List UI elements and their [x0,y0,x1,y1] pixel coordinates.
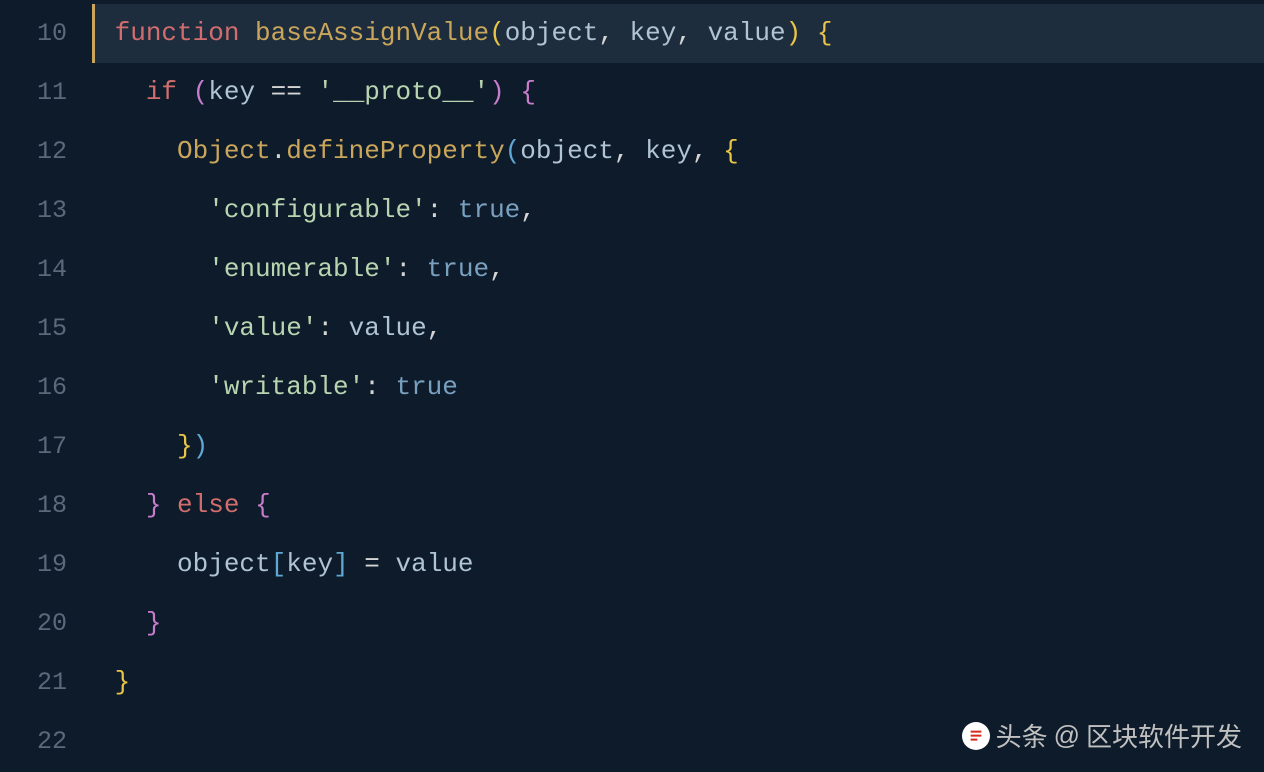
line-number: 11 [0,63,67,122]
code-editor: 10 11 12 13 14 15 16 17 18 19 20 21 22 f… [0,0,1264,772]
param-value: value [708,18,786,48]
var-key: key [645,136,692,166]
colon: : [395,254,426,284]
watermark-user: 区块软件开发 [1086,717,1242,754]
keyword-function: function [115,18,240,48]
code-line[interactable]: 'configurable': true, [95,181,1264,240]
keyword-else: else [177,490,239,520]
line-number: 19 [0,535,67,594]
var-value: value [395,549,473,579]
line-number: 21 [0,653,67,712]
bracket-open: [ [271,549,287,579]
toutiao-logo-icon [962,722,990,750]
code-line[interactable]: } [95,653,1264,712]
comma: , [692,136,723,166]
colon: : [364,372,395,402]
object-global: Object [177,136,271,166]
string-value: 'value' [208,313,317,343]
line-number: 14 [0,240,67,299]
code-line[interactable]: if (key == '__proto__') { [95,63,1264,122]
param-object: object [505,18,599,48]
var-key: key [208,77,255,107]
function-name: baseAssignValue [255,18,489,48]
watermark: 头条 @区块软件开发 [962,717,1242,754]
line-number: 18 [0,476,67,535]
string-proto: '__proto__' [318,77,490,107]
code-line[interactable]: }) [95,417,1264,476]
code-line[interactable]: function baseAssignValue(object, key, va… [92,4,1264,63]
dot: . [271,136,287,166]
code-line[interactable]: object[key] = value [95,535,1264,594]
line-number: 16 [0,358,67,417]
line-number-gutter: 10 11 12 13 14 15 16 17 18 19 20 21 22 [0,0,95,772]
comma: , [614,136,645,166]
colon: : [427,195,458,225]
var-key: key [286,549,333,579]
watermark-at: @ [1054,720,1080,751]
string-enumerable: 'enumerable' [208,254,395,284]
boolean-true: true [395,372,457,402]
paren-open: ( [489,18,505,48]
line-number: 13 [0,181,67,240]
var-object: object [520,136,614,166]
code-line[interactable]: 'writable': true [95,358,1264,417]
boolean-true: true [458,195,520,225]
brace-open: { [255,490,271,520]
paren-open: ( [193,77,209,107]
paren-close: ) [786,18,802,48]
param-key: key [630,18,677,48]
var-value: value [349,313,427,343]
brace-close: } [115,667,131,697]
brace-close: } [146,490,162,520]
boolean-true: true [427,254,489,284]
line-number: 15 [0,299,67,358]
watermark-brand: 头条 [996,717,1048,754]
comma: , [676,18,707,48]
brace-close: } [177,431,193,461]
line-number: 10 [0,4,67,63]
line-number: 22 [0,712,67,771]
brace-close: } [146,608,162,638]
brace-open: { [723,136,739,166]
brace-open: { [520,77,536,107]
comma: , [520,195,536,225]
comma: , [489,254,505,284]
paren-close: ) [193,431,209,461]
paren-close: ) [489,77,505,107]
line-number: 17 [0,417,67,476]
code-line[interactable]: } else { [95,476,1264,535]
line-number: 12 [0,122,67,181]
code-line[interactable]: } [95,594,1264,653]
code-line[interactable]: Object.defineProperty(object, key, { [95,122,1264,181]
operator-eq: == [271,77,302,107]
brace-open: { [817,18,833,48]
code-line[interactable]: 'value': value, [95,299,1264,358]
comma: , [427,313,443,343]
operator-assign: = [349,549,396,579]
keyword-if: if [146,77,177,107]
var-object: object [177,549,271,579]
bracket-close: ] [333,549,349,579]
code-line[interactable]: 'enumerable': true, [95,240,1264,299]
string-writable: 'writable' [208,372,364,402]
colon: : [317,313,348,343]
comma: , [598,18,629,48]
string-configurable: 'configurable' [208,195,426,225]
line-number: 20 [0,594,67,653]
method-defineproperty: defineProperty [286,136,504,166]
code-area[interactable]: function baseAssignValue(object, key, va… [95,0,1264,772]
paren-open: ( [505,136,521,166]
